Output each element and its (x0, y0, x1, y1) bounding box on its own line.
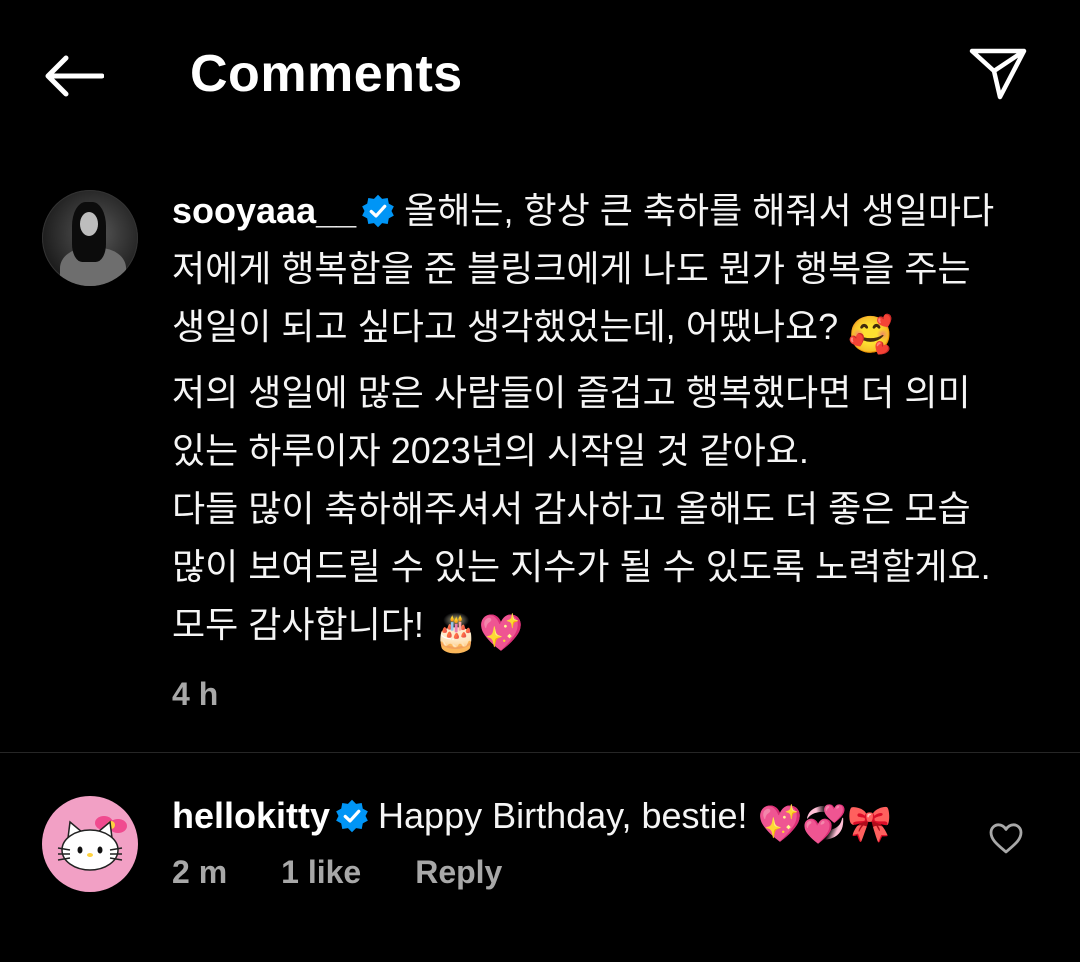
paper-plane-icon (969, 48, 1027, 100)
avatar[interactable] (42, 796, 138, 892)
caption-timestamp: 4 h (172, 676, 219, 712)
heart-outline-icon (989, 823, 1023, 854)
reply-comment: hellokitty Happy Birthday, bestie! 💖💞🎀 (172, 790, 962, 850)
caption-text-line-4: 모두 감사합니다! (172, 604, 424, 645)
divider (0, 752, 1080, 753)
page-title: Comments (190, 45, 463, 103)
reply-username[interactable]: hellokitty (172, 795, 330, 836)
share-button[interactable] (962, 40, 1034, 106)
verified-badge-icon (336, 799, 368, 833)
like-count[interactable]: 1 like (281, 854, 361, 891)
like-button[interactable] (986, 818, 1026, 858)
avatar[interactable] (42, 190, 138, 286)
reply-button[interactable]: Reply (415, 854, 502, 891)
caption-paragraph-1: sooyaaa__ 올해는, 항상 큰 축하를 해줘서 생일마다 저에게 행복함… (172, 182, 1002, 364)
hello-kitty-avatar-icon (57, 816, 127, 871)
hearts-bow-emoji: 💖💞🎀 (757, 803, 893, 844)
caption-paragraph-2: 저의 생일에 많은 사람들이 즐겁고 행복했다면 더 의미 있는 하루이자 20… (172, 372, 971, 471)
caption-comment: sooyaaa__ 올해는, 항상 큰 축하를 해줘서 생일마다 저에게 행복함… (172, 182, 1002, 662)
caption-paragraph-4: 모두 감사합니다! 🎂💖 (172, 596, 1002, 662)
reply-text: Happy Birthday, bestie! (378, 795, 748, 836)
caption-paragraph-3: 다들 많이 축하해주셔서 감사하고 올해도 더 좋은 모습 많이 보여드릴 수 … (172, 488, 991, 587)
back-button[interactable] (40, 48, 106, 104)
verified-badge-icon (362, 194, 394, 228)
top-bar: Comments (0, 0, 1080, 150)
caption-username[interactable]: sooyaaa__ (172, 190, 356, 231)
reply-timestamp: 2 m (172, 854, 228, 890)
reply-meta: 2 m 1 like Reply (172, 854, 502, 891)
comments-screen: Comments sooyaaa__ 올해는, 항상 큰 축하를 해줘서 생일마… (0, 0, 1080, 962)
cake-heart-emoji: 🎂💖 (433, 612, 524, 653)
avatar-figure-face (80, 212, 98, 236)
smiling-hearts-emoji: 🥰 (848, 314, 894, 355)
arrow-left-icon (45, 55, 104, 97)
